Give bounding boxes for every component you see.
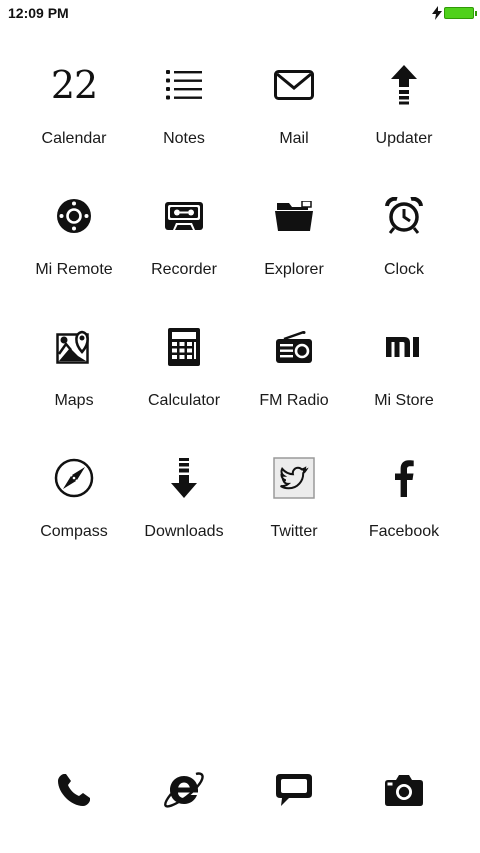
app-label: Facebook xyxy=(368,523,440,540)
app-label: Twitter xyxy=(270,523,318,540)
dock-camera[interactable] xyxy=(349,760,459,820)
twitter-bird-icon xyxy=(269,453,319,503)
app-recorder[interactable]: Recorder xyxy=(129,181,239,312)
facebook-f-icon xyxy=(379,453,429,503)
app-calculator[interactable]: Calculator xyxy=(129,312,239,443)
dock-phone[interactable] xyxy=(19,760,129,820)
updater-arrow-icon xyxy=(379,60,429,110)
app-label: Compass xyxy=(40,523,108,540)
app-grid: 22 Calendar Notes Mail Updater Mi Remote… xyxy=(19,50,461,574)
folder-icon xyxy=(269,191,319,241)
calculator-icon xyxy=(159,322,209,372)
remote-dpad-icon xyxy=(49,191,99,241)
app-maps[interactable]: Maps xyxy=(19,312,129,443)
app-label: Updater xyxy=(375,130,433,147)
app-label: FM Radio xyxy=(259,392,329,409)
status-icons xyxy=(432,6,477,20)
charging-bolt-icon xyxy=(432,6,442,20)
status-bar: 12:09 PM xyxy=(0,0,480,28)
mail-envelope-icon xyxy=(269,60,319,110)
app-calendar[interactable]: 22 Calendar xyxy=(19,50,129,181)
app-label: Mi Remote xyxy=(35,261,113,278)
battery-icon xyxy=(444,7,477,19)
dock-browser[interactable] xyxy=(129,760,239,820)
app-mi-store[interactable]: Mi Store xyxy=(349,312,459,443)
compass-icon xyxy=(49,453,99,503)
app-mi-remote[interactable]: Mi Remote xyxy=(19,181,129,312)
app-label: Mi Store xyxy=(374,392,434,409)
app-clock[interactable]: Clock xyxy=(349,181,459,312)
message-bubble-icon xyxy=(276,774,312,806)
calendar-date-number: 22 xyxy=(50,63,98,107)
app-label: Downloads xyxy=(144,523,224,540)
app-fm-radio[interactable]: FM Radio xyxy=(239,312,349,443)
app-compass[interactable]: Compass xyxy=(19,443,129,574)
cassette-tape-icon xyxy=(159,191,209,241)
app-notes[interactable]: Notes xyxy=(129,50,239,181)
calendar-icon: 22 xyxy=(49,60,99,110)
app-explorer[interactable]: Explorer xyxy=(239,181,349,312)
radio-icon xyxy=(269,322,319,372)
camera-icon xyxy=(385,775,423,806)
app-label: Calculator xyxy=(147,392,221,409)
app-label: Mail xyxy=(279,130,309,147)
app-label: Explorer xyxy=(264,261,324,278)
app-mail[interactable]: Mail xyxy=(239,50,349,181)
download-arrow-icon xyxy=(159,453,209,503)
app-label: Clock xyxy=(383,261,424,278)
alarm-clock-icon xyxy=(379,191,429,241)
app-facebook[interactable]: Facebook xyxy=(349,443,459,574)
phone-icon xyxy=(58,774,90,806)
app-updater[interactable]: Updater xyxy=(349,50,459,181)
notes-list-icon xyxy=(159,60,209,110)
dock-messages[interactable] xyxy=(239,760,349,820)
mi-logo-icon xyxy=(379,322,429,372)
internet-explorer-icon xyxy=(164,772,204,808)
app-label: Calendar xyxy=(41,130,107,147)
app-downloads[interactable]: Downloads xyxy=(129,443,239,574)
status-time: 12:09 PM xyxy=(8,5,69,21)
app-label: Notes xyxy=(163,130,205,147)
map-pin-icon xyxy=(49,322,99,372)
app-twitter[interactable]: Twitter xyxy=(239,443,349,574)
app-label: Maps xyxy=(54,392,94,409)
app-label: Recorder xyxy=(151,261,217,278)
dock xyxy=(19,760,461,820)
